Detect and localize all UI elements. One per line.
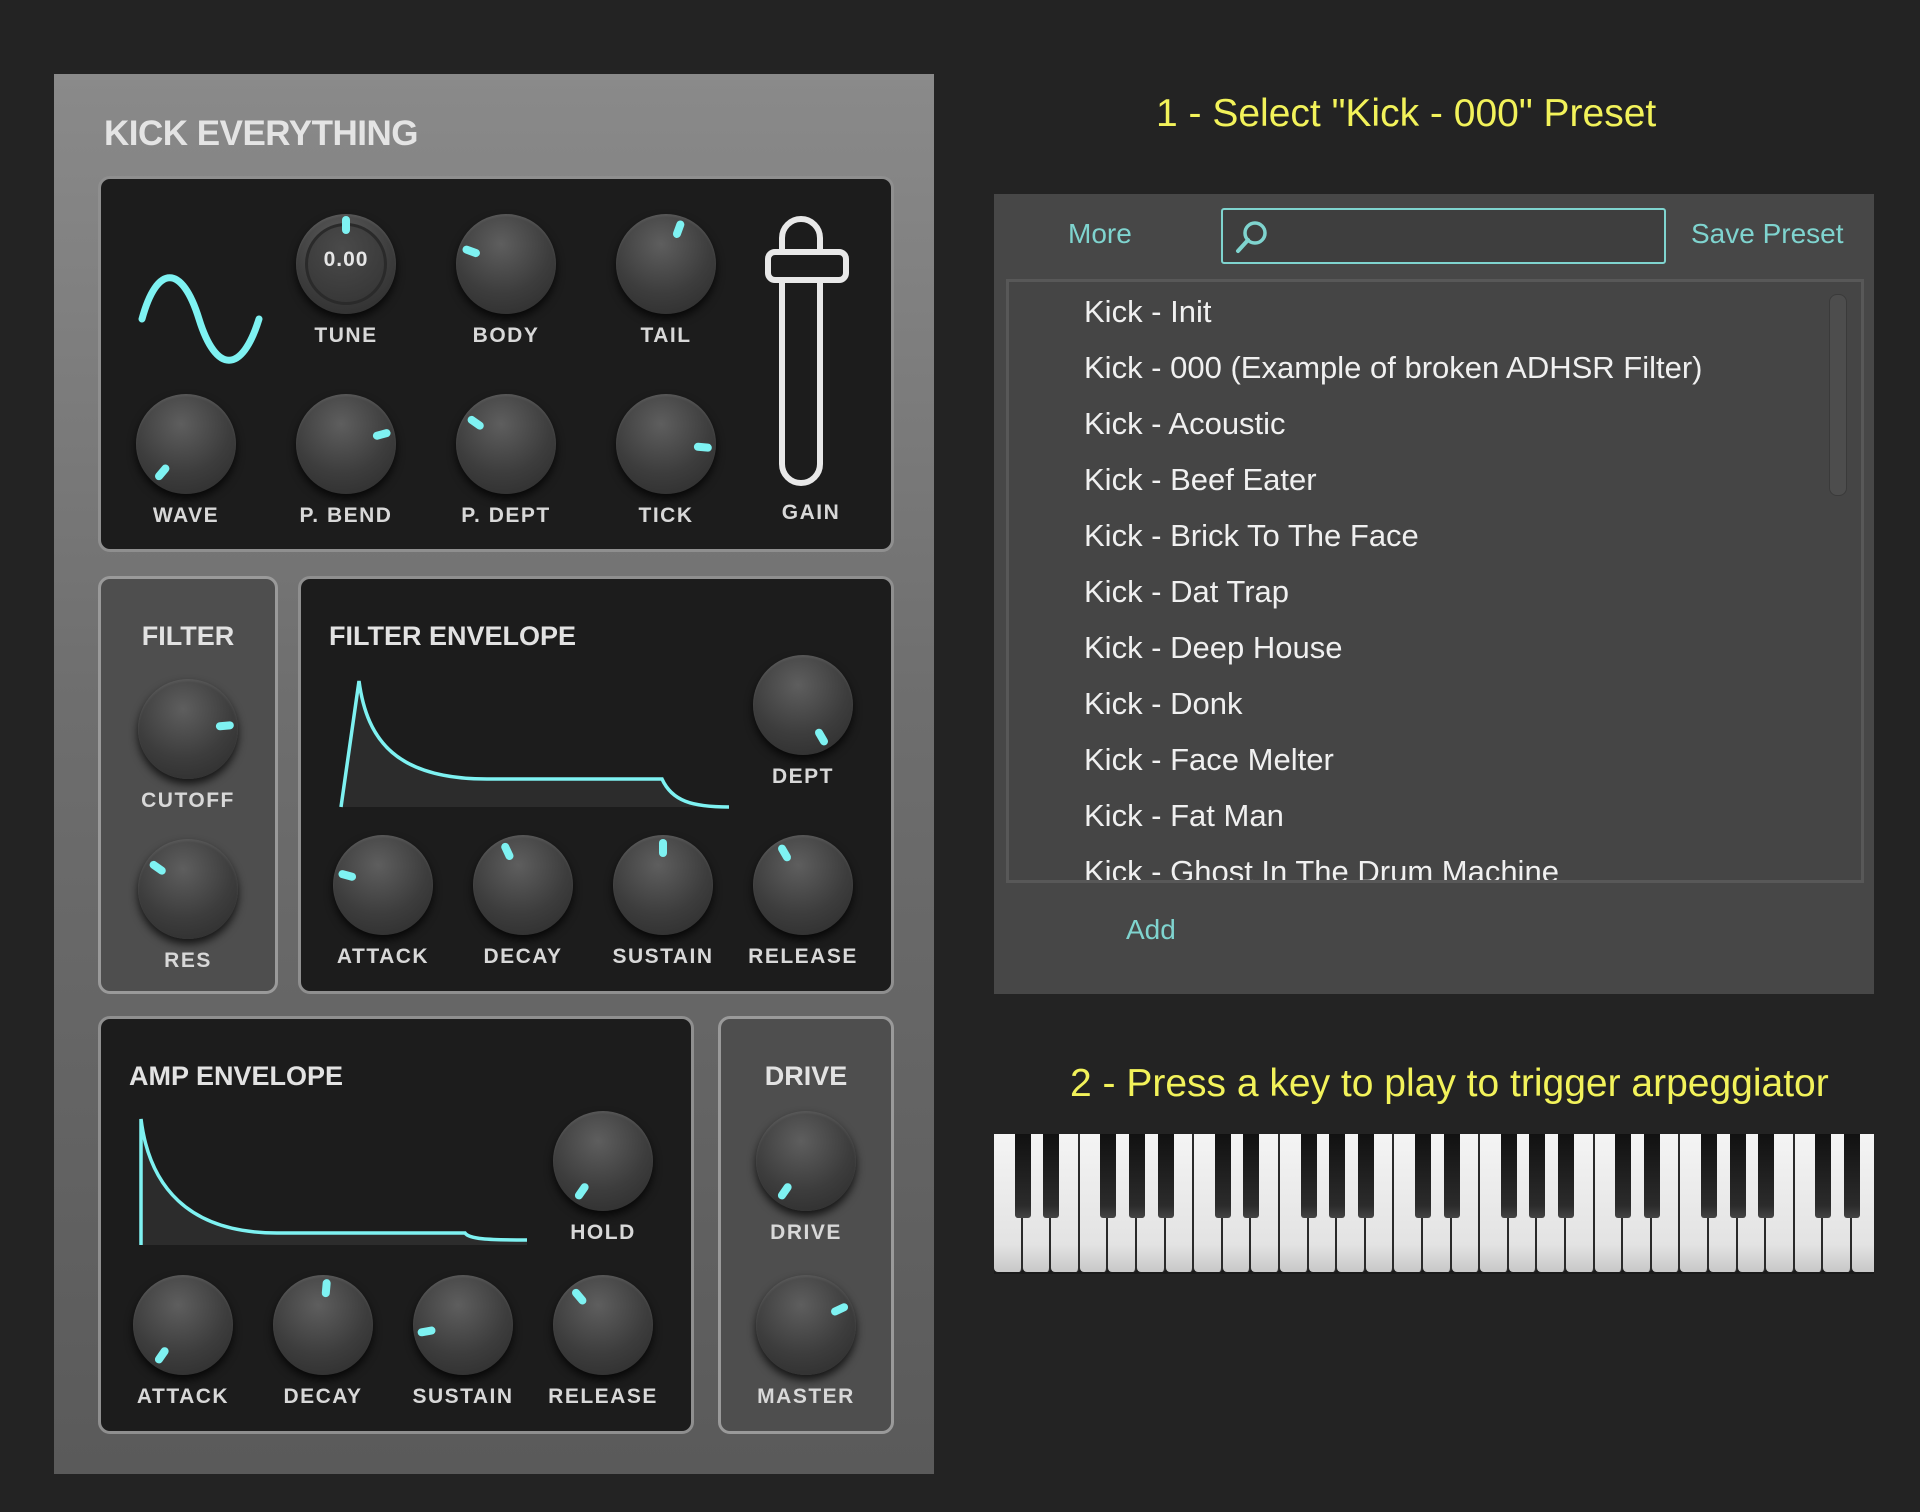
- sine-wave-icon[interactable]: [137, 269, 267, 369]
- black-key[interactable]: [1815, 1134, 1832, 1218]
- preset-item[interactable]: Kick - Dat Trap: [1084, 564, 1703, 620]
- filter-env-release-label: RELEASE: [748, 945, 858, 968]
- preset-item[interactable]: Kick - Donk: [1084, 676, 1703, 732]
- tune-label: TUNE: [314, 324, 378, 347]
- preset-list-scrollbar[interactable]: [1829, 294, 1847, 496]
- black-key[interactable]: [1300, 1134, 1317, 1218]
- plugin-panel: KICK EVERYTHING 0.00 TUNE BODY TAIL WAVE…: [54, 74, 934, 1474]
- master-label: MASTER: [757, 1385, 855, 1408]
- tail-label: TAIL: [640, 324, 692, 347]
- black-key[interactable]: [1701, 1134, 1717, 1218]
- filter-title: FILTER: [141, 621, 235, 651]
- more-button[interactable]: More: [1068, 218, 1132, 250]
- preset-item[interactable]: Kick - Ghost In The Drum Machine: [1084, 844, 1703, 880]
- preset-item[interactable]: Kick - Beef Eater: [1084, 452, 1703, 508]
- preset-item[interactable]: Kick - Acoustic: [1084, 396, 1703, 452]
- drive-title: DRIVE: [764, 1061, 848, 1091]
- drive-section: DRIVE DRIVE MASTER: [718, 1016, 894, 1434]
- preset-browser: More Save Preset Kick - Init Kick - 000 (…: [994, 194, 1874, 994]
- black-key[interactable]: [1014, 1134, 1031, 1218]
- piano-keyboard[interactable]: [994, 1134, 1874, 1274]
- gain-label: GAIN: [781, 501, 841, 524]
- amp-env-attack-label: ATTACK: [136, 1385, 230, 1408]
- plugin-title: KICK EVERYTHING: [104, 114, 419, 153]
- black-key[interactable]: [1443, 1134, 1460, 1218]
- filter-envelope-section: FILTER ENVELOPE DEPT ATTACK DECAY SUSTAI…: [298, 576, 894, 994]
- tune-value: 0.00: [323, 248, 369, 271]
- black-key[interactable]: [1329, 1134, 1346, 1218]
- black-key[interactable]: [1844, 1134, 1860, 1218]
- black-key[interactable]: [1157, 1134, 1174, 1218]
- oscillator-section: 0.00 TUNE BODY TAIL WAVE P. BEND P. DEPT…: [98, 176, 894, 552]
- instruction-step-1: 1 - Select "Kick - 000" Preset: [1156, 92, 1657, 135]
- amp-envelope-graph: [139, 1118, 528, 1245]
- tick-label: TICK: [638, 504, 694, 527]
- black-key[interactable]: [1214, 1134, 1231, 1218]
- instruction-step-2: 2 - Press a key to play to trigger arpeg…: [1070, 1062, 1829, 1105]
- preset-item[interactable]: Kick - Brick To The Face: [1084, 508, 1703, 564]
- amp-env-hold-label: HOLD: [570, 1221, 636, 1244]
- black-key[interactable]: [1758, 1134, 1775, 1218]
- black-key[interactable]: [1529, 1134, 1546, 1218]
- amp-envelope-section: AMP ENVELOPE HOLD ATTACK DECAY SUSTAIN R…: [98, 1016, 694, 1434]
- black-key[interactable]: [1615, 1134, 1632, 1218]
- amp-env-decay-label: DECAY: [283, 1385, 363, 1408]
- drive-label: DRIVE: [770, 1221, 842, 1244]
- res-label: RES: [164, 949, 212, 972]
- amp-env-sustain-label: SUSTAIN: [412, 1385, 514, 1408]
- cutoff-label: CUTOFF: [141, 789, 235, 812]
- filter-env-sustain-label: SUSTAIN: [612, 945, 714, 968]
- body-label: BODY: [472, 324, 540, 347]
- black-key[interactable]: [1243, 1134, 1260, 1218]
- preset-item[interactable]: Kick - Init: [1084, 284, 1703, 340]
- black-key[interactable]: [1043, 1134, 1060, 1218]
- black-key[interactable]: [1415, 1134, 1431, 1218]
- save-preset-button[interactable]: Save Preset: [1691, 218, 1844, 250]
- preset-item[interactable]: Kick - Fat Man: [1084, 788, 1703, 844]
- preset-item[interactable]: Kick - Face Melter: [1084, 732, 1703, 788]
- search-input[interactable]: [1221, 208, 1666, 264]
- preset-list-box: Kick - Init Kick - 000 (Example of broken…: [1006, 279, 1864, 883]
- black-key[interactable]: [1643, 1134, 1660, 1218]
- pitch-bend-label: P. BEND: [299, 504, 393, 527]
- filter-section: FILTER CUTOFF RES: [98, 576, 278, 994]
- amp-env-release-label: RELEASE: [548, 1385, 658, 1408]
- gain-slider-handle[interactable]: [765, 249, 849, 283]
- filter-env-attack-label: ATTACK: [336, 945, 430, 968]
- preset-item[interactable]: Kick - Deep House: [1084, 620, 1703, 676]
- black-key[interactable]: [1500, 1134, 1517, 1218]
- filter-env-depth-label: DEPT: [771, 765, 834, 788]
- black-key[interactable]: [1100, 1134, 1117, 1218]
- filter-env-decay-label: DECAY: [483, 945, 563, 968]
- add-preset-button[interactable]: Add: [1126, 914, 1176, 946]
- search-icon: [1236, 221, 1267, 253]
- black-key[interactable]: [1129, 1134, 1145, 1218]
- preset-list: Kick - Init Kick - 000 (Example of broken…: [1084, 284, 1703, 880]
- black-key[interactable]: [1729, 1134, 1746, 1218]
- black-key[interactable]: [1558, 1134, 1574, 1218]
- pitch-depth-label: P. DEPT: [461, 504, 551, 527]
- preset-item[interactable]: Kick - 000 (Example of broken ADHSR Filt…: [1084, 340, 1703, 396]
- black-key[interactable]: [1357, 1134, 1374, 1218]
- amp-envelope-title: AMP ENVELOPE: [129, 1061, 344, 1091]
- filter-envelope-graph: [339, 680, 730, 809]
- wave-label: WAVE: [152, 504, 220, 527]
- filter-envelope-title: FILTER ENVELOPE: [329, 621, 577, 651]
